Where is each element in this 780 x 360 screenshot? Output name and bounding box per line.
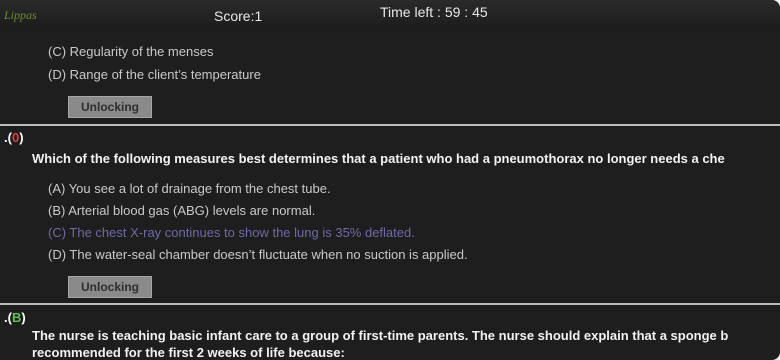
option-a[interactable]: (A) You see a lot of drainage from the c… <box>48 181 331 196</box>
top-bar: Lippas Score:1 Time left : 59 : 45 <box>0 0 780 30</box>
unlocking-button[interactable]: Unlocking <box>68 276 152 298</box>
time-left-display: Time left : 59 : 45 <box>380 4 488 20</box>
score-display: Score:1 <box>214 8 263 24</box>
answer-letter: B <box>11 310 22 325</box>
option-b[interactable]: (B) Arterial blood gas (ABG) levels are … <box>48 203 315 218</box>
unlocking-button[interactable]: Unlocking <box>68 96 152 118</box>
question-number: .(B) <box>4 310 26 325</box>
question-divider <box>0 124 780 126</box>
app-logo: Lippas <box>4 8 37 22</box>
question-text: Which of the following measures best det… <box>32 151 725 166</box>
quiz-window: Lippas Score:1 Time left : 59 : 45 (C) R… <box>0 0 780 360</box>
question-divider <box>0 303 780 305</box>
question-text: The nurse is teaching basic infant care … <box>32 328 729 343</box>
question-number: .(0) <box>4 130 24 145</box>
option-d[interactable]: (D) Range of the client’s temperature <box>48 67 261 82</box>
option-c[interactable]: (C) Regularity of the menses <box>48 44 213 59</box>
option-d[interactable]: (D) The water-seal chamber doesn’t fluct… <box>48 247 468 262</box>
question-text-line2: recommended for the first 2 weeks of lif… <box>32 345 345 360</box>
option-c-selected[interactable]: (C) The chest X-ray continues to show th… <box>48 225 415 240</box>
